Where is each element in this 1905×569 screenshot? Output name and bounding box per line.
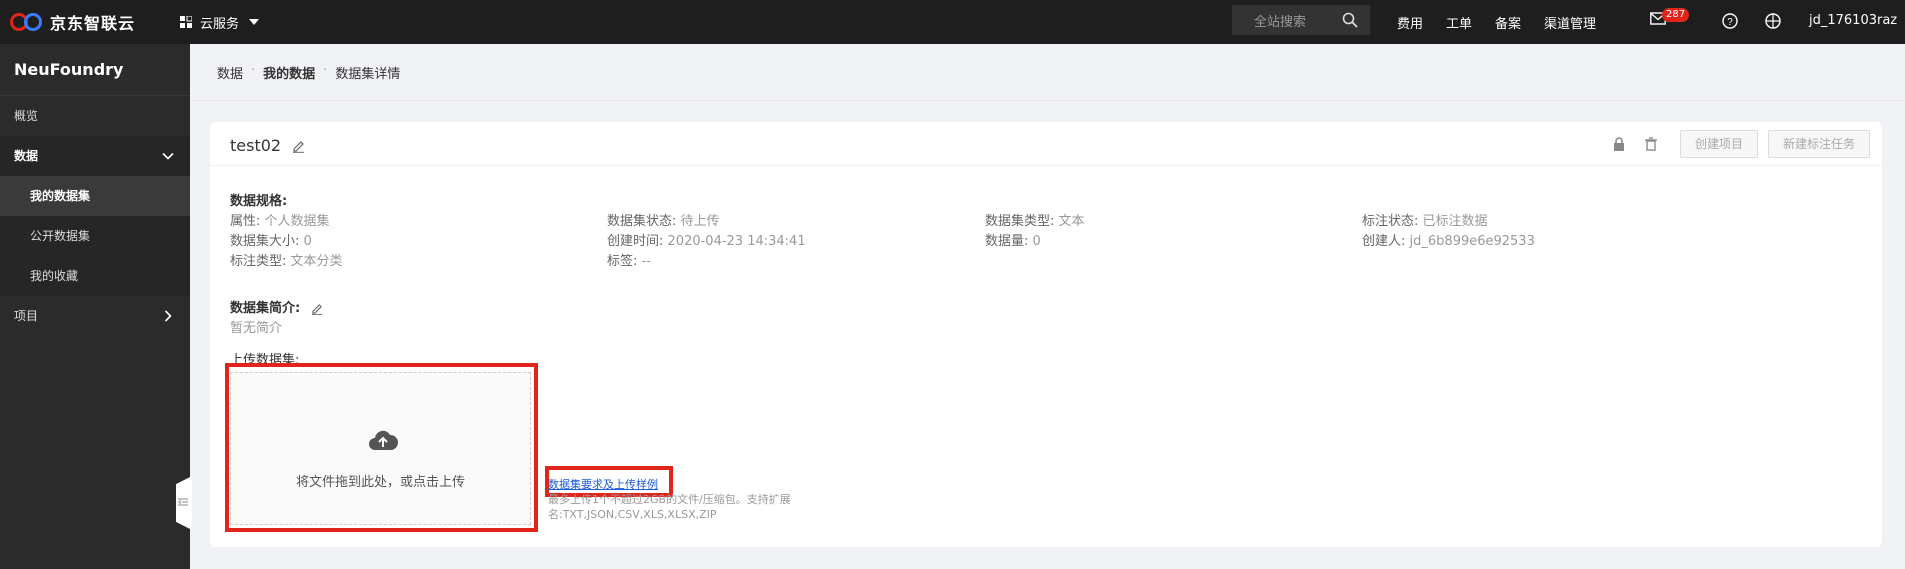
- field-value: 文本: [1058, 214, 1085, 229]
- sidebar-title: NeuFoundry: [0, 44, 190, 96]
- upload-requirements-note: 最多上传1个不超过2GB的文件/压缩包。支持扩展名:TXT,JSON,CSV,X…: [548, 493, 791, 521]
- sidebar-item-overview[interactable]: 概览: [0, 96, 190, 136]
- field-key: 数据量:: [985, 234, 1029, 249]
- field-label-type: 标注类型: 文本分类: [230, 250, 343, 269]
- dataset-detail-card: test02 创建项目 新建标注任务 数据规格: 属性: 个人数据集 数据集状态…: [210, 122, 1882, 547]
- mail-count-badge: 287: [1662, 8, 1690, 22]
- field-count: 数据量: 0: [985, 230, 1041, 249]
- globe-icon[interactable]: [1765, 13, 1781, 29]
- nav-channel[interactable]: 渠道管理: [1544, 13, 1596, 32]
- top-bar: 京东智联云 云服务: [0, 0, 1905, 44]
- field-value: 文本分类: [290, 254, 343, 269]
- sidebar-item-data[interactable]: 数据: [0, 136, 190, 176]
- field-attribute: 属性: 个人数据集: [230, 210, 330, 229]
- field-value: --: [641, 254, 651, 269]
- field-size: 数据集大小: 0: [230, 230, 312, 249]
- upload-section-label: 上传数据集:: [230, 353, 300, 368]
- cloud-service-menu[interactable]: 云服务: [180, 13, 260, 32]
- sidebar-item-data-label: 数据: [14, 149, 39, 163]
- cloud-service-label: 云服务: [200, 16, 240, 32]
- brand-logo-icon: [10, 12, 46, 32]
- brand-name: 京东智联云: [50, 14, 136, 33]
- brand-logo[interactable]: 京东智联云: [10, 10, 160, 34]
- field-key: 创建人:: [1362, 234, 1406, 249]
- lock-icon[interactable]: [1612, 137, 1626, 151]
- field-key: 数据集状态:: [607, 214, 677, 229]
- intro-label: 数据集简介:: [230, 301, 301, 316]
- new-label-task-button[interactable]: 新建标注任务: [1767, 130, 1870, 158]
- collapse-icon: [178, 498, 188, 506]
- field-value: jd_6b899e6e92533: [1409, 234, 1535, 249]
- breadcrumb: 数据 · 我的数据 · 数据集详情: [217, 63, 400, 82]
- cloud-upload-icon: [369, 430, 398, 450]
- dataset-requirements-link[interactable]: 数据集要求及上传样例: [548, 476, 658, 492]
- chevron-down-icon: [162, 152, 174, 160]
- svg-text:?: ?: [1727, 17, 1733, 28]
- sidebar-item-projects-label: 项目: [14, 309, 39, 323]
- field-key: 数据集类型:: [985, 214, 1055, 229]
- caret-down-icon: [249, 19, 260, 25]
- upload-dropzone[interactable]: 将文件拖到此处，或点击上传: [230, 372, 531, 525]
- nav-tickets[interactable]: 工单: [1446, 13, 1472, 32]
- field-created: 创建时间: 2020-04-23 14:34:41: [607, 230, 806, 249]
- grid-icon: [180, 16, 192, 28]
- field-creator: 创建人: jd_6b899e6e92533: [1362, 230, 1535, 249]
- field-key: 数据集大小:: [230, 234, 300, 249]
- sidebar-item-my-favorites[interactable]: 我的收藏: [0, 256, 190, 296]
- header-divider: [190, 100, 1905, 101]
- breadcrumb-data[interactable]: 数据: [217, 63, 243, 82]
- field-key: 创建时间:: [607, 234, 664, 249]
- field-key: 标注状态:: [1362, 214, 1419, 229]
- card-header-actions: 创建项目 新建标注任务: [1594, 130, 1870, 158]
- field-key: 属性:: [230, 214, 261, 229]
- field-status: 数据集状态: 待上传: [607, 210, 720, 229]
- edit-name-icon[interactable]: [292, 140, 305, 153]
- nav-billing[interactable]: 费用: [1397, 13, 1423, 32]
- sidebar-item-projects[interactable]: 项目: [0, 296, 190, 336]
- field-value: 2020-04-23 14:34:41: [667, 234, 806, 249]
- nav-filing[interactable]: 备案: [1495, 13, 1521, 32]
- card-header: test02 创建项目 新建标注任务: [210, 122, 1882, 166]
- field-key: 标注类型:: [230, 254, 287, 269]
- field-value: 0: [303, 234, 312, 249]
- site-search-input[interactable]: 全站搜索: [1232, 5, 1370, 35]
- breadcrumb-separator: ·: [323, 63, 328, 78]
- field-value: 待上传: [680, 214, 720, 229]
- field-tags: 标签: --: [607, 250, 651, 269]
- intro-section-label: 数据集简介:: [230, 297, 323, 316]
- field-value: 0: [1032, 234, 1041, 249]
- search-icon[interactable]: [1342, 12, 1358, 28]
- dataset-name-text: test02: [230, 136, 282, 155]
- field-type: 数据集类型: 文本: [985, 210, 1085, 229]
- breadcrumb-dataset-detail: 数据集详情: [335, 67, 401, 82]
- field-value: 个人数据集: [264, 214, 330, 229]
- sidebar-item-my-datasets[interactable]: 我的数据集: [0, 176, 190, 216]
- field-value: 已标注数据: [1422, 214, 1488, 229]
- create-project-button[interactable]: 创建项目: [1679, 130, 1758, 158]
- help-icon[interactable]: ?: [1722, 13, 1738, 29]
- spec-section-label: 数据规格:: [230, 194, 288, 209]
- upload-hint: 将文件拖到此处，或点击上传: [295, 475, 465, 490]
- sidebar: NeuFoundry 概览 数据 我的数据集 公开数据集 我的收藏 项目: [0, 44, 190, 569]
- sidebar-item-public-datasets[interactable]: 公开数据集: [0, 216, 190, 256]
- breadcrumb-separator: ·: [251, 63, 256, 78]
- breadcrumb-my-data[interactable]: 我的数据: [263, 63, 315, 82]
- trash-icon[interactable]: [1644, 137, 1658, 151]
- search-placeholder: 全站搜索: [1254, 14, 1307, 30]
- top-nav: 费用 工单 备案 渠道管理: [1397, 0, 1596, 44]
- dataset-name: test02: [230, 136, 305, 155]
- field-key: 标签:: [607, 254, 638, 269]
- user-account[interactable]: jd_176103raz: [1809, 13, 1897, 28]
- intro-value: 暂无简介: [230, 321, 283, 336]
- edit-intro-icon[interactable]: [311, 303, 323, 315]
- chevron-right-icon: [164, 310, 172, 322]
- field-label-status: 标注状态: 已标注数据: [1362, 210, 1488, 229]
